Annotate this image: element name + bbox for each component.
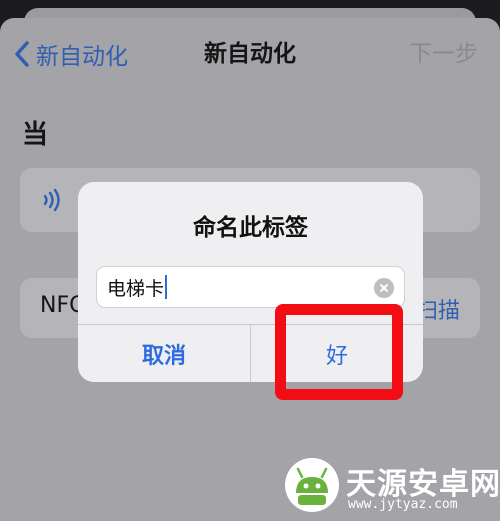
- nfc-icon: [43, 188, 60, 212]
- watermark: 天源安卓网 www.jytyaz.com: [282, 455, 500, 515]
- cancel-button[interactable]: 取消: [78, 325, 250, 382]
- text-cursor: [165, 275, 168, 299]
- clear-icon[interactable]: [374, 278, 394, 298]
- tag-name-value: 电梯卡: [107, 277, 165, 300]
- section-label: 当: [22, 120, 49, 150]
- tag-name-input[interactable]: 电梯卡: [96, 266, 405, 308]
- next-button[interactable]: 下一步: [409, 38, 478, 70]
- navigation-bar: 新自动化 新自动化 下一步: [0, 30, 500, 78]
- alert-title: 命名此标签: [193, 215, 308, 241]
- highlight-box: [275, 304, 403, 400]
- watermark-url: www.jytyaz.com: [348, 497, 458, 512]
- android-logo-icon: [285, 458, 339, 512]
